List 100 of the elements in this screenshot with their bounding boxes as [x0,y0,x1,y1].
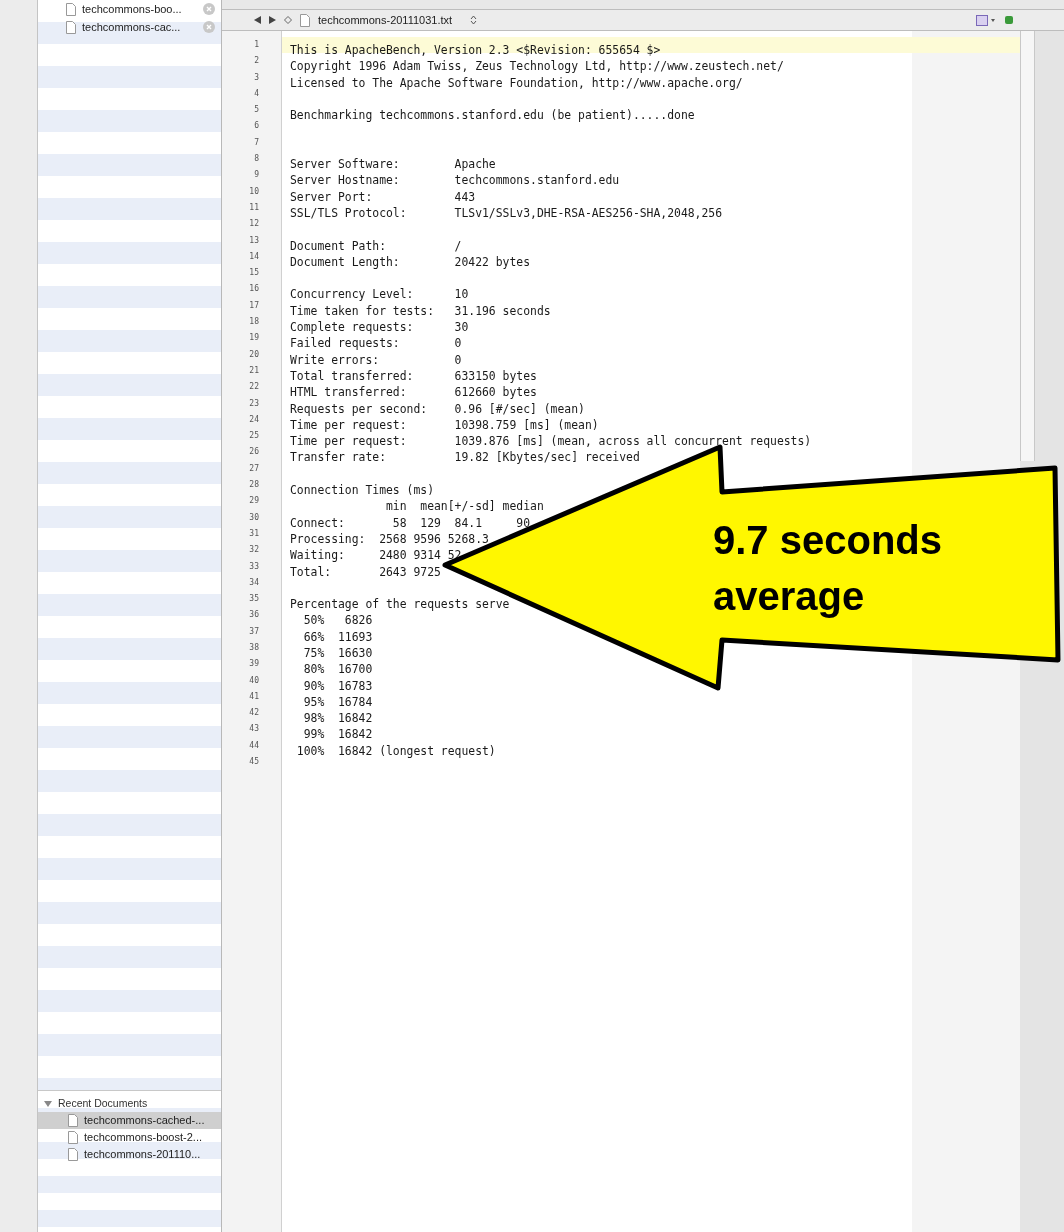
document-icon [68,1148,78,1161]
code-line: 90% 16783 [302,678,373,693]
code-line: 50% 6826 [302,613,373,628]
line-number: 13 [249,234,259,247]
code-line: Server Software: Apache [290,157,496,172]
line-number: 35 [249,593,259,606]
callout-text: 9.7 seconds [713,517,942,564]
line-number: 4 [254,87,259,100]
code-line: Connect: 58 129 84.1 90 [290,515,531,530]
code-line: Time taken for tests: 31.196 seconds [290,303,551,318]
line-number: 32 [249,544,259,557]
code-line: 95% 16784 [302,694,373,709]
code-line: Benchmarking techcommons.stanford.edu (be patient).....done [290,108,695,123]
back-icon[interactable] [254,16,261,24]
code-line: This is ApacheBench, Version 2.3 <$Revision: 655654 $> [290,43,661,57]
line-number: 6 [254,120,259,133]
scrollbar[interactable] [1020,31,1035,461]
code-line: Complete requests: 30 [290,320,469,335]
code-line: 100% 16842 (longest request) [295,743,496,758]
code-line: Failed requests: 0 [290,336,462,351]
file-name[interactable]: techcommons-20111031.txt [318,11,453,29]
line-number: 18 [249,316,259,329]
callout-text: average [713,573,866,620]
line-number: 22 [249,381,259,394]
code-line: Write errors: 0 [290,352,462,367]
code-line: Copyright 1996 Adam Twiss, Zeus Technology Ltd, http://www.zeustech.net/ [290,59,784,74]
file-name[interactable]: techcommons-cac... [82,18,197,36]
code-line: Percentage of the requests serve [290,597,510,612]
line-number: 23 [249,397,259,410]
line-number: 17 [249,299,259,312]
code-line: Transfer rate: 19.82 [Kbytes/sec] received [290,450,640,465]
line-number: 25 [249,430,259,443]
file-name[interactable]: techcommons-boo... [82,0,197,18]
line-number: 11 [249,201,259,214]
status-icon[interactable] [1004,15,1014,25]
line-number: 45 [249,756,259,769]
line-number: 26 [249,446,259,459]
line-number: 3 [254,71,259,84]
line-number: 7 [254,136,259,149]
code-line: SSL/TLS Protocol: TLSv1/SSLv3,DHE-RSA-AES256-SHA,2048,256 [290,205,723,220]
code-line: Document Length: 20422 bytes [290,254,531,269]
line-number: 44 [249,739,259,752]
line-number: 39 [249,658,259,671]
code-line: Document Path: / [290,238,462,253]
code-line: 75% 16630 [302,646,373,660]
line-number: 41 [249,690,259,703]
code-line: 99% 16842 [302,727,373,742]
line-number: 15 [249,267,259,280]
code-line: Connection Times (ms) [290,483,434,497]
document-icon [66,2,76,16]
close-icon[interactable] [203,3,215,15]
line-number: 37 [249,625,259,638]
line-number: 38 [249,642,259,654]
line-number: 24 [249,413,259,426]
recent-document-item[interactable]: techcommons-boost-2... [38,1129,221,1146]
code-line: Server Hostname: techcommons.stanford.edu [290,173,620,188]
disclosure-triangle-icon [44,1099,52,1108]
code-line: min mean[+/-sd] median [385,499,544,514]
code-line: Total: 2643 9725 [290,564,441,579]
line-number: 8 [254,153,259,166]
line-number: 43 [249,723,259,736]
line-number: 21 [249,364,259,377]
code-line: 80% 16700 [302,662,373,677]
line-number: 42 [249,707,259,720]
code-line: 98% 16842 [302,711,373,726]
line-number: 29 [249,495,259,508]
line-number: 30 [249,511,259,524]
line-number: 5 [254,104,259,117]
close-icon[interactable] [203,21,215,33]
line-number: 10 [249,185,259,198]
code-line: Concurrency Level: 10 [290,287,469,302]
line-number: 2 [254,55,259,68]
code-line: Total transferred: 633150 bytes [290,368,537,383]
diamond-icon[interactable] [284,16,292,24]
line-number: 36 [249,609,259,622]
toolbar-icon[interactable] [976,14,996,26]
code-line: Time per request: 10398.759 [ms] (mean) [290,417,599,432]
line-number: 28 [249,479,259,491]
line-number: 16 [249,283,259,296]
document-icon [68,1131,78,1144]
code-line: Licensed to The Apache Software Foundation, http://www.apache.org/ [290,75,743,90]
code-line: HTML transferred: 612660 bytes [290,385,537,400]
recent-documents-header[interactable]: Recent Documents [38,1095,221,1112]
stepper-icon[interactable] [470,15,478,25]
code-line: Processing: 2568 9596 5268.3 [290,531,489,546]
line-number: 1 [254,39,259,51]
line-number: 19 [249,332,259,345]
line-number: 12 [249,218,259,231]
recent-document-item[interactable]: techcommons-cached-... [38,1112,221,1129]
code-line: 66% 11693 [302,629,373,644]
recent-document-item[interactable]: techcommons-201110... [38,1146,221,1163]
line-number: 33 [249,560,259,573]
document-icon [300,13,310,27]
forward-icon[interactable] [269,16,276,24]
line-number: 34 [249,576,259,589]
code-line: Time per request: 1039.876 [ms] (mean, across all concurrent requests) [290,434,812,449]
line-number: 31 [249,527,259,540]
line-number: 14 [249,250,259,263]
line-number: 9 [254,169,259,182]
code-line: Server Port: 443 [290,189,476,204]
